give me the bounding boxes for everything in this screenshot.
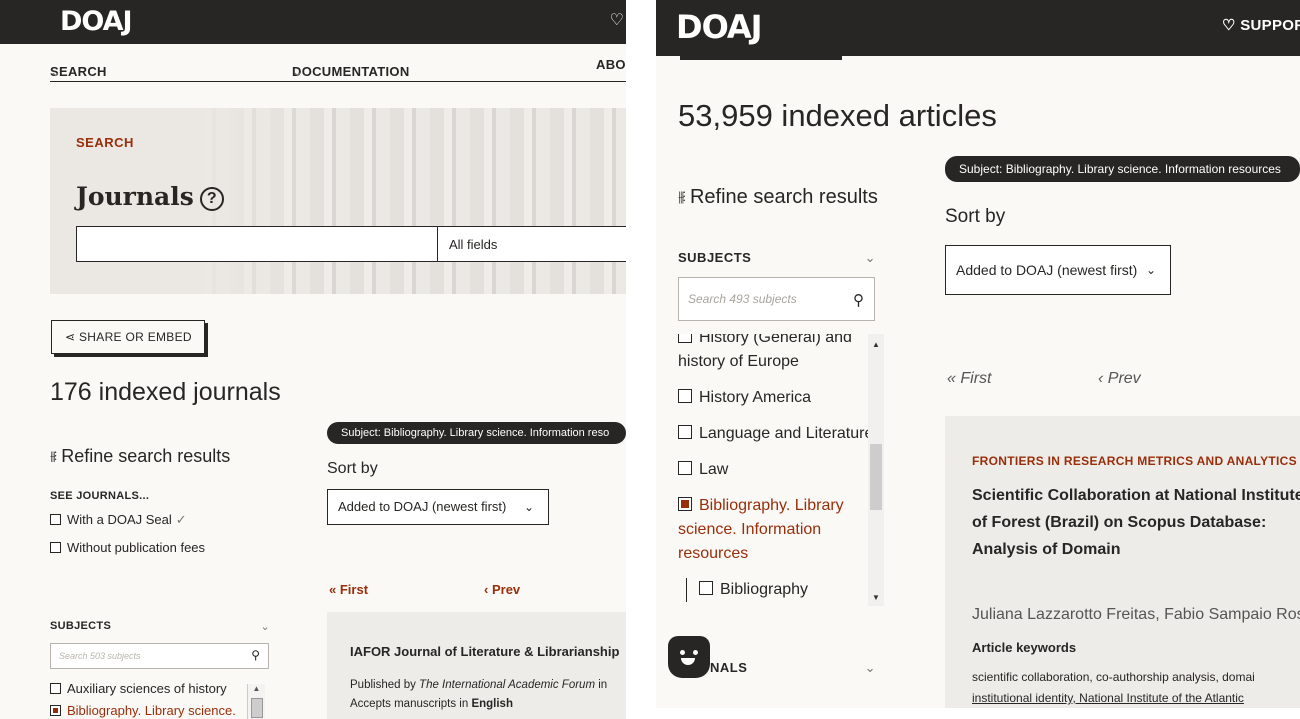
- chevron-down-icon: ⌄: [50, 64, 62, 79]
- chevron-down-icon: ⌄: [292, 64, 304, 79]
- refine-heading: ⫵⫶ Refine search results: [678, 186, 878, 208]
- subjects-heading[interactable]: SUBJECTS ⌄: [50, 620, 270, 633]
- chevron-down-icon: ⌄: [864, 250, 876, 265]
- sliders-icon: ⫵⫶: [678, 188, 686, 204]
- subjects-search-input[interactable]: Search 493 subjects ⚲: [678, 277, 875, 321]
- active-filter-pill[interactable]: Subject: Bibliography. Library science. …: [945, 156, 1300, 182]
- checkbox-checked[interactable]: [50, 705, 61, 716]
- journal-title[interactable]: IAFOR Journal of Literature & Librarians…: [350, 644, 619, 659]
- scroll-up-icon[interactable]: ▲: [868, 340, 884, 349]
- heart-icon[interactable]: ♡: [610, 10, 624, 30]
- sort-select[interactable]: Added to DOAJ (newest first) ⌄: [945, 245, 1171, 295]
- chevron-left-icon: ‹: [484, 582, 489, 597]
- sort-by-label: Sort by: [327, 460, 378, 477]
- filter-no-fees[interactable]: Without publication fees: [50, 540, 205, 555]
- sliders-icon: ⫵⫶: [50, 448, 57, 463]
- list-item[interactable]: Law: [678, 458, 888, 482]
- list-item[interactable]: Bibliography. Library science. Informati…: [678, 494, 858, 566]
- subjects-scrollbar[interactable]: ▲ ▼: [868, 334, 884, 606]
- checkbox[interactable]: [50, 542, 61, 553]
- double-chevron-left-icon: «: [947, 370, 956, 387]
- search-icon[interactable]: ⚲: [251, 648, 260, 662]
- prev-page-link[interactable]: ‹ Prev: [484, 582, 520, 597]
- double-chevron-left-icon: «: [329, 582, 337, 597]
- list-item[interactable]: Auxiliary sciences of history: [50, 680, 266, 698]
- checkbox[interactable]: [678, 425, 692, 439]
- sort-select[interactable]: Added to DOAJ (newest first) ⌄: [327, 489, 549, 525]
- keywords-heading: Article keywords: [972, 640, 1077, 655]
- help-icon[interactable]: ?: [199, 187, 224, 211]
- subjects-scrollbar[interactable]: ▲: [247, 684, 265, 719]
- checkbox[interactable]: [678, 461, 692, 475]
- chevron-down-icon: ⌄: [523, 500, 534, 514]
- search-icon[interactable]: ⚲: [853, 291, 864, 309]
- results-count: 176 indexed journals: [50, 378, 281, 406]
- heart-icon: ♡: [1222, 17, 1236, 34]
- search-hero: SEARCH Journals? All fields: [50, 108, 626, 294]
- active-filter-pill[interactable]: Subject: Bibliography. Library science. …: [327, 422, 626, 444]
- list-item[interactable]: History America: [678, 386, 888, 410]
- top-bar: DOAJ ♡: [0, 0, 626, 44]
- search-input[interactable]: [76, 226, 438, 262]
- article-title[interactable]: Scientific Collaboration at National Ins…: [972, 482, 1300, 563]
- journal-meta: Published by The International Academic …: [350, 679, 608, 710]
- result-card: IAFOR Journal of Literature & Librarians…: [327, 612, 626, 719]
- checkbox-checked[interactable]: [678, 497, 692, 511]
- search-field-select[interactable]: All fields: [437, 226, 626, 262]
- first-page-link[interactable]: « First: [329, 582, 368, 597]
- chevron-down-icon: ⌄: [1145, 263, 1156, 277]
- share-embed-button[interactable]: ⋖ SHARE OR EMBED: [51, 320, 205, 354]
- filter-doaj-seal[interactable]: With a DOAJ Seal ✓: [50, 512, 187, 528]
- subjects-list: History (General) and history of Europe …: [678, 334, 888, 662]
- article-keywords: scientific collaboration, co-authorship …: [972, 670, 1255, 705]
- prev-page-link[interactable]: ‹ Prev: [1098, 370, 1141, 388]
- seal-check-icon: ✓: [175, 512, 187, 527]
- share-icon: ⋖: [65, 330, 76, 344]
- checkbox[interactable]: [678, 334, 692, 343]
- chevron-down-icon: ⌄: [260, 621, 270, 633]
- doaj-logo[interactable]: DOAJ: [60, 6, 133, 37]
- subjects-list: Auxiliary sciences of history Bibliograp…: [50, 680, 266, 719]
- article-journal[interactable]: FRONTIERS IN RESEARCH METRICS AND ANALYT…: [972, 454, 1300, 468]
- scroll-down-icon[interactable]: ▼: [868, 593, 884, 602]
- page-title: Journals?: [76, 182, 224, 211]
- article-card: FRONTIERS IN RESEARCH METRICS AND ANALYT…: [945, 416, 1300, 708]
- list-item[interactable]: Bibliography. Library science. Informati…: [50, 702, 250, 719]
- see-journals-heading: SEE JOURNALS...: [50, 490, 150, 502]
- sort-by-label: Sort by: [945, 206, 1006, 227]
- checkbox[interactable]: [50, 683, 61, 694]
- support-link[interactable]: ♡ SUPPOR: [1222, 16, 1300, 34]
- refine-heading: ⫵⫶ Refine search results: [50, 446, 231, 466]
- results-count: 53,959 indexed articles: [678, 98, 997, 133]
- top-bar: DOAJ ♡ SUPPOR: [656, 0, 1300, 56]
- list-item[interactable]: Bibliography: [686, 578, 888, 602]
- first-page-link[interactable]: « First: [947, 370, 991, 388]
- articles-search-page: DOAJ ♡ SUPPOR 53,959 indexed articles ⫵⫶…: [656, 0, 1300, 708]
- mascot-chat-icon[interactable]: [668, 636, 710, 678]
- chevron-left-icon: ‹: [1098, 370, 1104, 387]
- article-authors: Juliana Lazzarotto Freitas, Fabio Sampai…: [972, 606, 1300, 623]
- nav-underline: [680, 56, 842, 60]
- main-nav: SEARCH ⌄ DOCUMENTATION ⌄ ABO: [50, 50, 626, 82]
- subjects-heading[interactable]: SUBJECTS ⌄: [678, 250, 876, 265]
- journals-search-page: DOAJ ♡ SEARCH ⌄ DOCUMENTATION ⌄ ABO SEAR…: [0, 0, 626, 719]
- hero-label: SEARCH: [76, 135, 134, 150]
- scroll-up-icon[interactable]: ▲: [253, 684, 261, 693]
- doaj-logo[interactable]: DOAJ: [676, 8, 763, 46]
- list-item[interactable]: Language and Literature: [678, 422, 888, 446]
- checkbox[interactable]: [678, 389, 692, 403]
- subjects-search-input[interactable]: Search 503 subjects ⚲: [50, 643, 269, 669]
- list-item[interactable]: History (General) and history of Europe: [678, 334, 858, 374]
- checkbox[interactable]: [699, 581, 713, 595]
- chevron-down-icon: ⌄: [864, 660, 876, 675]
- checkbox[interactable]: [50, 514, 61, 525]
- nav-about[interactable]: ABO: [596, 57, 626, 72]
